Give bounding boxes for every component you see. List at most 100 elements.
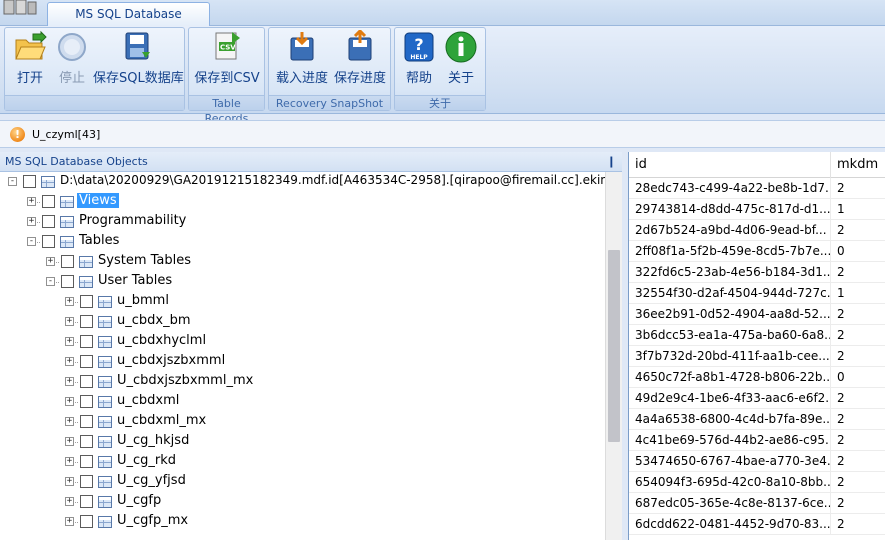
cell-id[interactable]: 28edc743-c499-4a22-be8b-1d7... bbox=[629, 178, 831, 199]
tree-node-label[interactable]: U_cbdxjszbxmml_mx bbox=[115, 373, 255, 388]
about-button[interactable]: 关于 bbox=[440, 30, 482, 92]
tree-node-label[interactable]: Views bbox=[77, 193, 119, 208]
cell-mkdm[interactable]: 1 bbox=[831, 199, 885, 220]
table-row[interactable]: 4c41be69-576d-44b2-ae86-c95... 2 bbox=[629, 430, 885, 451]
expand-icon[interactable]: + bbox=[65, 297, 74, 306]
help-button[interactable]: ? HELP 帮助 bbox=[398, 30, 440, 92]
expand-icon[interactable]: + bbox=[27, 217, 36, 226]
tree-node[interactable]: - Tables bbox=[0, 232, 605, 252]
save-to-csv-button[interactable]: CSV 保存到CSV bbox=[191, 30, 263, 92]
tree-scrollbar-thumb[interactable] bbox=[608, 250, 620, 442]
cell-id[interactable]: 4c41be69-576d-44b2-ae86-c95... bbox=[629, 430, 831, 451]
expand-icon[interactable]: + bbox=[65, 437, 74, 446]
expand-icon[interactable]: + bbox=[27, 197, 36, 206]
tree-node[interactable]: + u_cbdx_bm bbox=[0, 312, 605, 332]
cell-id[interactable]: 654094f3-695d-42c0-8a10-8bb... bbox=[629, 472, 831, 493]
tree-node-label[interactable]: u_cbdxjszbxmml bbox=[115, 353, 227, 368]
collapse-icon[interactable]: - bbox=[27, 237, 36, 246]
cell-mkdm[interactable]: 2 bbox=[831, 262, 885, 283]
cell-id[interactable]: 6dcdd622-0481-4452-9d70-83... bbox=[629, 514, 831, 535]
cell-id[interactable]: 49d2e9c4-1be6-4f33-aac6-e6f2... bbox=[629, 388, 831, 409]
table-row[interactable]: 2d67b524-a9bd-4d06-9ead-bf... 2 bbox=[629, 220, 885, 241]
cell-id[interactable]: 3b6dcc53-ea1a-475a-ba60-6a8... bbox=[629, 325, 831, 346]
column-header-mkdm[interactable]: mkdm bbox=[831, 152, 885, 178]
tree-node[interactable]: + Views bbox=[0, 192, 605, 212]
tree-node-checkbox[interactable] bbox=[23, 175, 36, 188]
save-sql-database-button[interactable]: 保存SQL数据库 bbox=[93, 30, 184, 92]
save-snapshot-button[interactable]: 保存进度 bbox=[331, 30, 389, 92]
tree-node-checkbox[interactable] bbox=[42, 235, 55, 248]
cell-mkdm[interactable]: 0 bbox=[831, 241, 885, 262]
load-snapshot-button[interactable]: 载入进度 bbox=[273, 30, 331, 92]
tree-node[interactable]: - User Tables bbox=[0, 272, 605, 292]
tree-node-checkbox[interactable] bbox=[80, 375, 93, 388]
cell-id[interactable]: 4650c72f-a8b1-4728-b806-22b... bbox=[629, 367, 831, 388]
tree-node-label[interactable]: Tables bbox=[77, 233, 121, 248]
cell-mkdm[interactable]: 2 bbox=[831, 409, 885, 430]
tree-node-label[interactable]: U_cg_rkd bbox=[115, 453, 178, 468]
tree-node-label[interactable]: u_bmml bbox=[115, 293, 171, 308]
expand-icon[interactable]: + bbox=[65, 317, 74, 326]
tree-node-label[interactable]: u_cbdxml bbox=[115, 393, 181, 408]
table-row[interactable]: 53474650-6767-4bae-a770-3e4... 2 bbox=[629, 451, 885, 472]
tree-node-checkbox[interactable] bbox=[42, 215, 55, 228]
tree-node-checkbox[interactable] bbox=[80, 315, 93, 328]
tree-node[interactable]: + U_cgfp bbox=[0, 492, 605, 512]
cell-mkdm[interactable]: 2 bbox=[831, 472, 885, 493]
cell-mkdm[interactable]: 2 bbox=[831, 346, 885, 367]
cell-mkdm[interactable]: 2 bbox=[831, 514, 885, 535]
table-row[interactable]: 3f7b732d-20bd-411f-aa1b-cee... 2 bbox=[629, 346, 885, 367]
tree-node[interactable]: + U_cgfp_mx bbox=[0, 512, 605, 532]
tree-node-label[interactable]: System Tables bbox=[96, 253, 193, 268]
table-row[interactable]: 6dcdd622-0481-4452-9d70-83... 2 bbox=[629, 514, 885, 535]
tree-node-checkbox[interactable] bbox=[80, 335, 93, 348]
tree-node-checkbox[interactable] bbox=[80, 355, 93, 368]
tree-node[interactable]: + U_cg_rkd bbox=[0, 452, 605, 472]
tree-node[interactable]: + U_cbdxjszbxmml_mx bbox=[0, 372, 605, 392]
table-row[interactable]: 687edc05-365e-4c8e-8137-6ce... 2 bbox=[629, 493, 885, 514]
tab-ms-sql-database-recovery[interactable]: MS SQL Database Recovery bbox=[47, 2, 210, 43]
cell-id[interactable]: 32554f30-d2af-4504-944d-727c... bbox=[629, 283, 831, 304]
table-row[interactable]: 322fd6c5-23ab-4e56-b184-3d1... 2 bbox=[629, 262, 885, 283]
cell-id[interactable]: 53474650-6767-4bae-a770-3e4... bbox=[629, 451, 831, 472]
cell-mkdm[interactable]: 2 bbox=[831, 388, 885, 409]
table-row[interactable]: 29743814-d8dd-475c-817d-d1... 1 bbox=[629, 199, 885, 220]
tree-node[interactable]: + u_cbdxml_mx bbox=[0, 412, 605, 432]
tree-node-checkbox[interactable] bbox=[80, 495, 93, 508]
tree-node-label[interactable]: User Tables bbox=[96, 273, 174, 288]
cell-id[interactable]: 36ee2b91-0d52-4904-aa8d-52... bbox=[629, 304, 831, 325]
collapse-icon[interactable]: - bbox=[46, 277, 55, 286]
tree-node-checkbox[interactable] bbox=[61, 255, 74, 268]
open-button[interactable]: 打开 bbox=[9, 30, 51, 92]
tree-node-checkbox[interactable] bbox=[80, 435, 93, 448]
stop-button[interactable]: 停止 bbox=[51, 30, 93, 92]
tree-node[interactable]: + Programmability bbox=[0, 212, 605, 232]
expand-icon[interactable]: + bbox=[65, 497, 74, 506]
cell-id[interactable]: 687edc05-365e-4c8e-8137-6ce... bbox=[629, 493, 831, 514]
cell-id[interactable]: 2ff08f1a-5f2b-459e-8cd5-7b7e... bbox=[629, 241, 831, 262]
tree-node-label[interactable]: U_cg_hkjsd bbox=[115, 433, 191, 448]
cell-id[interactable]: 3f7b732d-20bd-411f-aa1b-cee... bbox=[629, 346, 831, 367]
tree-node[interactable]: + u_cbdxhyclml bbox=[0, 332, 605, 352]
tree-node[interactable]: + System Tables bbox=[0, 252, 605, 272]
tree-node-label[interactable]: u_cbdxml_mx bbox=[115, 413, 208, 428]
cell-id[interactable]: 29743814-d8dd-475c-817d-d1... bbox=[629, 199, 831, 220]
tree-node-checkbox[interactable] bbox=[80, 475, 93, 488]
expand-icon[interactable]: + bbox=[65, 477, 74, 486]
pin-icon[interactable]: ❙ bbox=[607, 155, 616, 168]
tree-node-label[interactable]: D:\data\20200929\GA20191215182349.mdf.id… bbox=[58, 173, 605, 187]
tree-node-label[interactable]: u_cbdx_bm bbox=[115, 313, 193, 328]
tree-node-checkbox[interactable] bbox=[80, 415, 93, 428]
cell-id[interactable]: 2d67b524-a9bd-4d06-9ead-bf... bbox=[629, 220, 831, 241]
expand-icon[interactable]: + bbox=[65, 337, 74, 346]
expand-icon[interactable]: + bbox=[65, 517, 74, 526]
expand-icon[interactable]: + bbox=[65, 357, 74, 366]
cell-mkdm[interactable]: 2 bbox=[831, 304, 885, 325]
tree-node[interactable]: + u_bmml bbox=[0, 292, 605, 312]
tree-node-checkbox[interactable] bbox=[80, 395, 93, 408]
table-row[interactable]: 3b6dcc53-ea1a-475a-ba60-6a8... 2 bbox=[629, 325, 885, 346]
tree-node-label[interactable]: Programmability bbox=[77, 213, 188, 228]
tree-node[interactable]: + U_cg_yfjsd bbox=[0, 472, 605, 492]
table-row[interactable]: 4650c72f-a8b1-4728-b806-22b... 0 bbox=[629, 367, 885, 388]
cell-mkdm[interactable]: 2 bbox=[831, 430, 885, 451]
